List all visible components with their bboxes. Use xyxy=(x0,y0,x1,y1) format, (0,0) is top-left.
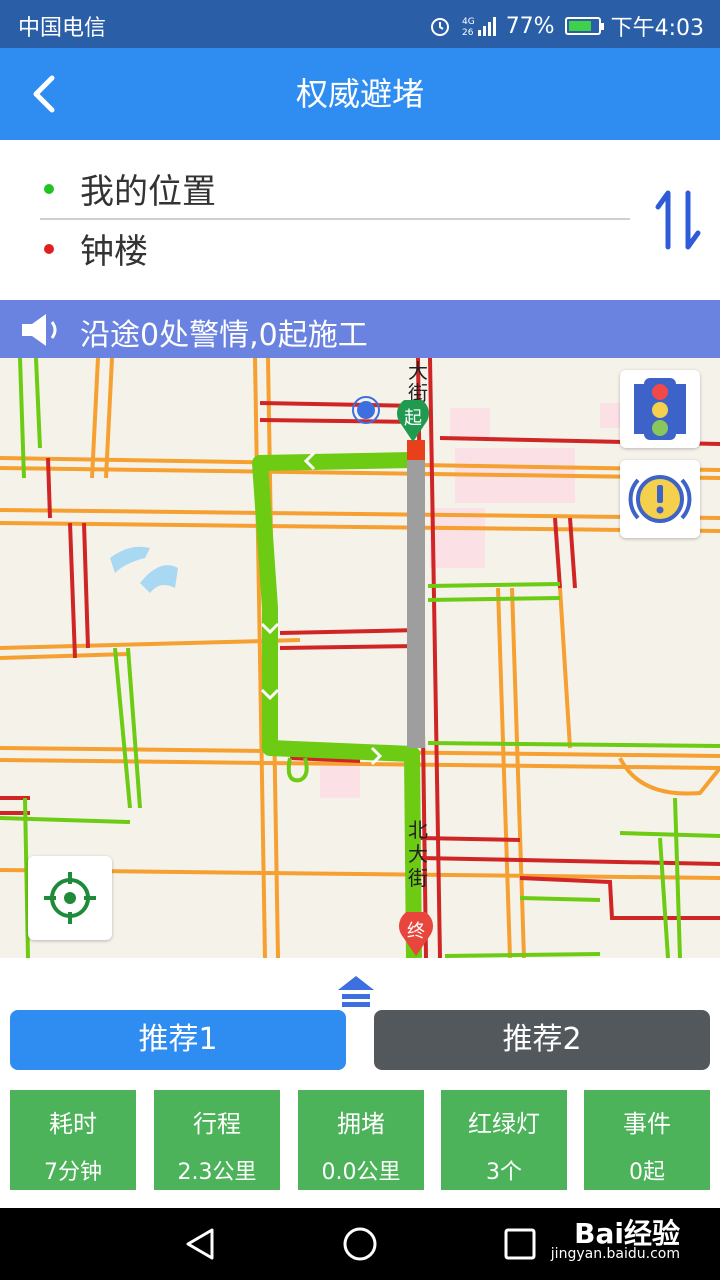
page-title: 权威避堵 xyxy=(295,75,424,113)
speaker-icon[interactable] xyxy=(18,310,62,350)
stat-label: 行程 xyxy=(193,1110,241,1138)
stat-traffic-lights: 红绿灯 3个 xyxy=(441,1090,567,1190)
start-marker: 起 xyxy=(396,400,430,444)
route-panel: 我的位置 钟楼 xyxy=(0,140,720,300)
crosshair-icon xyxy=(44,872,96,924)
swap-vertical-icon xyxy=(655,190,701,250)
end-marker: 终 xyxy=(398,912,434,958)
divider xyxy=(40,218,630,220)
status-icons: 4G 26 77% 下午4:03 xyxy=(428,10,704,42)
street-label-bottom: 北大街 xyxy=(408,818,428,890)
carrier-label: 中国电信 xyxy=(18,16,107,41)
traffic-light-icon xyxy=(634,378,686,440)
alarm-icon xyxy=(430,18,449,36)
street-label-top: 大街 xyxy=(408,359,428,405)
swap-button[interactable] xyxy=(650,185,710,255)
stat-value: 0起 xyxy=(629,1160,665,1185)
tab-route-2[interactable]: 推荐2 xyxy=(374,1010,710,1070)
watermark: Bai经验 jingyan.baidu.com xyxy=(551,1212,680,1262)
stat-congestion: 拥堵 0.0公里 xyxy=(298,1090,424,1190)
warning-icon xyxy=(628,475,692,523)
stat-value: 2.3公里 xyxy=(177,1160,257,1185)
back-button[interactable] xyxy=(22,70,70,118)
app-header: 权威避堵 xyxy=(0,48,720,140)
stat-events: 事件 0起 xyxy=(584,1090,710,1190)
nav-back-icon[interactable] xyxy=(180,1226,220,1262)
stat-label: 拥堵 xyxy=(337,1110,385,1138)
traffic-toggle-button[interactable] xyxy=(620,370,700,448)
stat-label: 事件 xyxy=(623,1110,671,1138)
event-toggle-button[interactable] xyxy=(620,460,700,538)
stat-value: 0.0公里 xyxy=(321,1160,401,1185)
expand-panel-button[interactable] xyxy=(334,972,378,1012)
svg-text:26: 26 xyxy=(462,28,474,38)
alert-bar: 沿途0处警情,0起施工 xyxy=(0,300,720,358)
clock: 下午4:03 xyxy=(610,16,704,41)
stat-distance: 行程 2.3公里 xyxy=(154,1090,280,1190)
battery-icon xyxy=(564,17,604,35)
battery-percent: 77% xyxy=(505,13,555,39)
svg-text:4G: 4G xyxy=(462,17,475,27)
stat-label: 红绿灯 xyxy=(468,1110,540,1138)
stat-value: 3个 xyxy=(486,1160,522,1185)
double-arrow-up-icon xyxy=(338,976,374,1007)
nav-home-icon[interactable] xyxy=(340,1224,380,1264)
tab-route-1[interactable]: 推荐1 xyxy=(10,1010,346,1070)
status-bar: 中国电信 4G 26 77% 下午4:03 xyxy=(0,0,720,48)
destination-field[interactable]: 钟楼 xyxy=(80,224,148,273)
map-view[interactable]: 大街 北大街 起 终 xyxy=(0,358,720,958)
locate-button[interactable] xyxy=(28,856,112,940)
stat-value: 7分钟 xyxy=(44,1160,102,1185)
signal-icon: 4G 26 xyxy=(462,17,496,38)
chevron-left-icon xyxy=(33,75,55,113)
stat-label: 耗时 xyxy=(49,1110,97,1138)
stat-duration: 耗时 7分钟 xyxy=(10,1090,136,1190)
nav-recents-icon[interactable] xyxy=(502,1226,538,1262)
origin-dot xyxy=(44,184,54,194)
destination-dot xyxy=(44,244,54,254)
origin-field[interactable]: 我的位置 xyxy=(80,164,216,213)
watermark-url: jingyan.baidu.com xyxy=(550,1246,680,1262)
alert-text: 沿途0处警情,0起施工 xyxy=(80,318,368,353)
